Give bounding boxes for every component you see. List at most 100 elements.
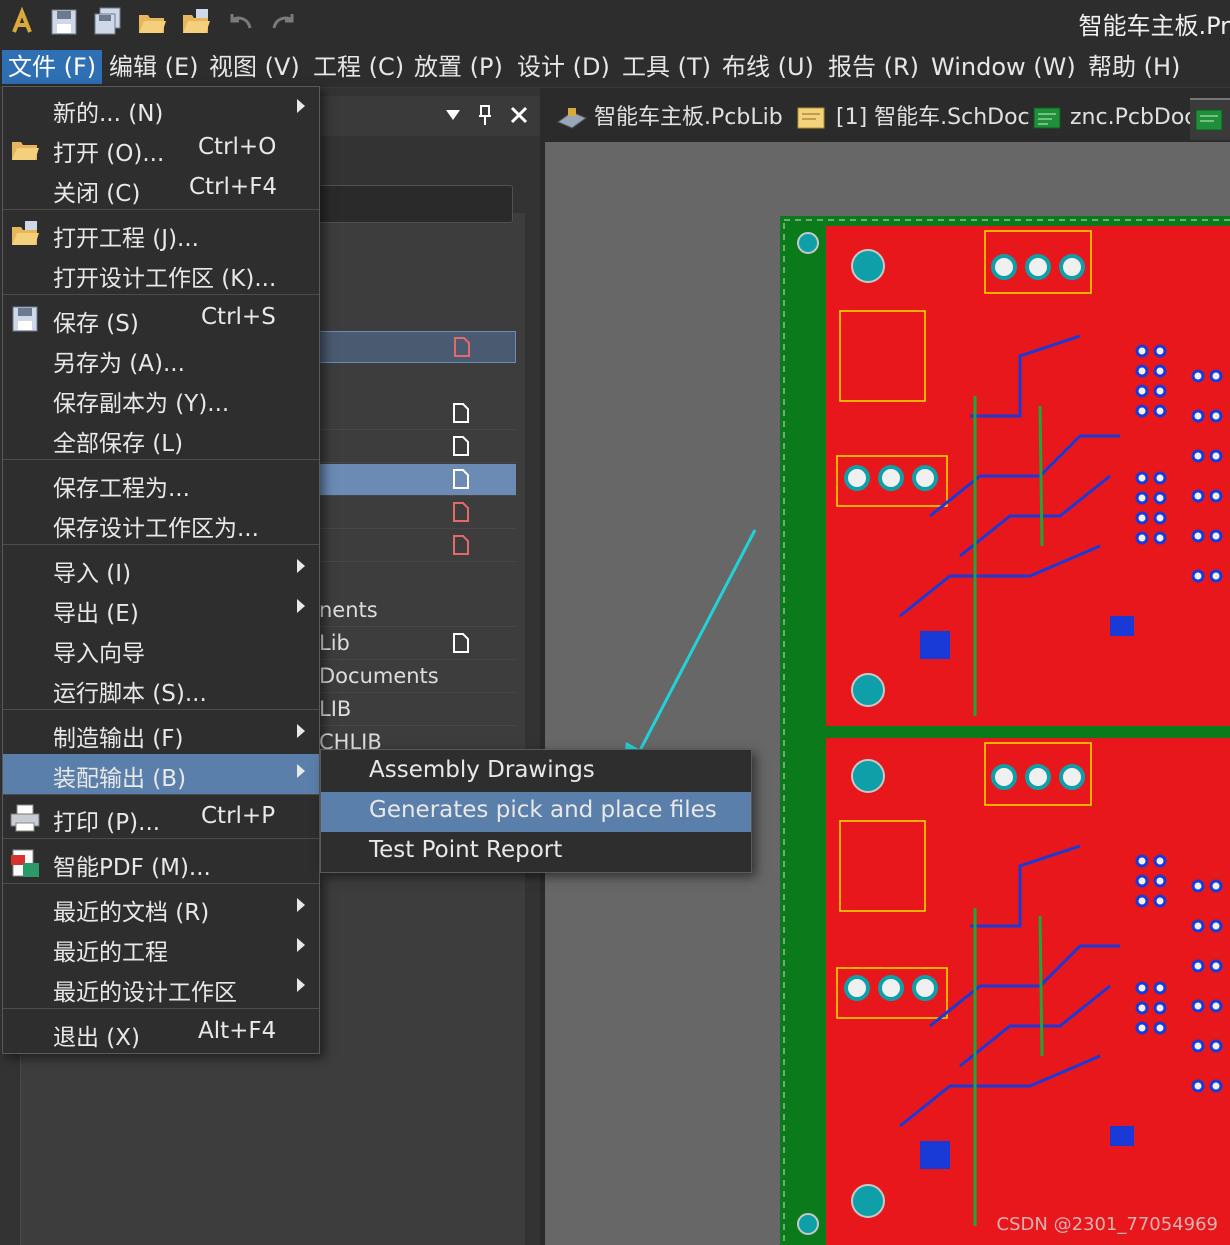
submenu-arrow-icon [297,898,305,912]
menu-item-save-project-as[interactable]: 保存工程为... [3,464,319,504]
menu-item-save-workspace-as[interactable]: 保存设计工作区为... [3,504,319,544]
panel-header [310,96,540,136]
tab-active-pcb[interactable] [1190,98,1230,140]
menu-item-shortcut: Ctrl+F4 [189,174,278,200]
menu-place[interactable]: 放置 (P) [408,50,509,84]
menu-separator [3,209,319,210]
menu-item-label: 运行脚本 (S)... [53,681,207,707]
menu-project[interactable]: 工程 (C) [307,50,410,84]
menu-item-label: 保存 (S) [53,311,139,337]
redo-icon[interactable] [268,6,300,38]
menu-item-new[interactable]: 新的... (N) [3,89,319,129]
menu-item-shortcut: Ctrl+P [201,803,276,829]
submenu-arrow-icon [297,559,305,573]
printer-icon [10,804,40,832]
menu-item-assembly-drawings[interactable]: Assembly Drawings [321,752,751,792]
menu-item-recent-projects[interactable]: 最近的工程 [3,928,319,968]
menu-item-open-workspace[interactable]: 打开设计工作区 (K)... [3,254,319,294]
menu-separator [3,1008,319,1009]
tab-pcblib[interactable]: 智能车主板.PcbLib [552,98,784,140]
menu-item-assembly-outputs[interactable]: 装配输出 (B) [3,754,319,794]
save-icon[interactable] [48,6,80,38]
close-panel-icon[interactable] [510,106,528,124]
menu-item-label: 打开工程 (J)... [53,226,199,252]
menu-item-label: 导入向导 [53,641,145,667]
submenu-arrow-icon [297,599,305,613]
submenu-arrow-icon [297,724,305,738]
menu-item-label: 另存为 (A)... [53,351,185,377]
save-all-icon[interactable] [92,6,124,38]
pin-icon[interactable] [478,104,492,126]
menu-separator [3,459,319,460]
tab-label: [1] 智能车.SchDoc [836,105,1030,130]
menu-bar: 文件 (F) 编辑 (E) 视图 (V) 工程 (C) 放置 (P) 设计 (D… [0,46,1230,88]
menu-item-save-as[interactable]: 另存为 (A)... [3,339,319,379]
quick-access-toolbar: 智能车主板.Pr [0,0,1230,46]
menu-design[interactable]: 设计 (D) [511,50,616,84]
menu-item-print[interactable]: 打印 (P)... Ctrl+P [3,798,319,838]
tab-label: 智能车主板.PcbLib [594,105,783,130]
menu-item-import-wizard[interactable]: 导入向导 [3,629,319,669]
menu-route[interactable]: 布线 (U) [716,50,820,84]
menu-item-smart-pdf[interactable]: 智能PDF (M)... [3,843,319,883]
panel-search-input[interactable] [301,185,513,223]
undo-icon[interactable] [224,6,256,38]
menu-separator [3,838,319,839]
menu-item-open[interactable]: 打开 (O)... Ctrl+O [3,129,319,169]
submenu-arrow-icon [297,938,305,952]
menu-item-import[interactable]: 导入 (I) [3,549,319,589]
menu-view[interactable]: 视图 (V) [203,50,306,84]
pcblib-icon [556,108,588,129]
submenu-arrow-icon [297,978,305,992]
menu-item-label: 保存副本为 (Y)... [53,391,230,417]
menu-file[interactable]: 文件 (F) [2,50,103,84]
menu-item-exit[interactable]: 退出 (X) Alt+F4 [3,1013,319,1053]
menu-separator [3,709,319,710]
menu-item-fabrication-outputs[interactable]: 制造输出 (F) [3,714,319,754]
altium-designer-window: 智能车主板.Pr 文件 (F) 编辑 (E) 视图 (V) 工程 (C) 放置 … [0,0,1230,1245]
menu-item-label: Assembly Drawings [369,757,595,783]
menu-item-save-copy-as[interactable]: 保存副本为 (Y)... [3,379,319,419]
panel-dropdown-icon[interactable] [445,108,461,122]
menu-item-test-point-report[interactable]: Test Point Report [321,832,751,872]
submenu-arrow-icon [297,764,305,778]
menu-item-label: 保存工程为... [53,476,190,502]
menu-window[interactable]: Window (W) [925,50,1082,84]
menu-item-run-script[interactable]: 运行脚本 (S)... [3,669,319,709]
menu-separator [3,544,319,545]
menu-item-label: 智能PDF (M)... [53,855,211,881]
menu-item-shortcut: Alt+F4 [198,1018,277,1044]
menu-item-save[interactable]: 保存 (S) Ctrl+S [3,299,319,339]
menu-item-label: 制造输出 (F) [53,726,184,752]
menu-item-close[interactable]: 关闭 (C) Ctrl+F4 [3,169,319,209]
doc-icon [453,502,469,522]
menu-item-open-project[interactable]: 打开工程 (J)... [3,214,319,254]
menu-item-label: 退出 (X) [53,1025,141,1051]
tab-schdoc[interactable]: [1] 智能车.SchDoc [794,98,1030,140]
pcbdoc-icon [1033,107,1061,129]
menu-item-export[interactable]: 导出 (E) [3,589,319,629]
doc-icon [453,436,469,456]
menu-tools[interactable]: 工具 (T) [616,50,717,84]
pcbdoc-icon [1195,109,1223,131]
menu-item-recent-documents[interactable]: 最近的文档 (R) [3,888,319,928]
open-project-icon[interactable] [180,6,212,38]
menu-item-label: 关闭 (C) [53,181,141,207]
menu-reports[interactable]: 报告 (R) [822,50,925,84]
tree-row-label: Documents [319,664,439,688]
menu-item-label: 全部保存 (L) [53,431,184,457]
menu-item-recent-workspaces[interactable]: 最近的设计工作区 [3,968,319,1008]
menu-item-label: 装配输出 (B) [53,766,187,792]
doc-icon [453,469,469,489]
tree-row-label: Lib [319,631,350,655]
open-folder-icon[interactable] [136,6,168,38]
menu-item-save-all[interactable]: 全部保存 (L) [3,419,319,459]
menu-edit[interactable]: 编辑 (E) [103,50,205,84]
menu-item-pick-and-place[interactable]: Generates pick and place files [321,792,751,832]
menu-item-label: 打开设计工作区 (K)... [53,266,277,292]
window-title: 智能车主板.Pr [1078,12,1230,40]
menu-help[interactable]: 帮助 (H) [1082,50,1186,84]
menu-item-label: 最近的设计工作区 [53,980,237,1006]
tab-pcbdoc[interactable]: znc.PcbDoc [1030,98,1196,140]
menu-item-label: 最近的文档 (R) [53,900,210,926]
